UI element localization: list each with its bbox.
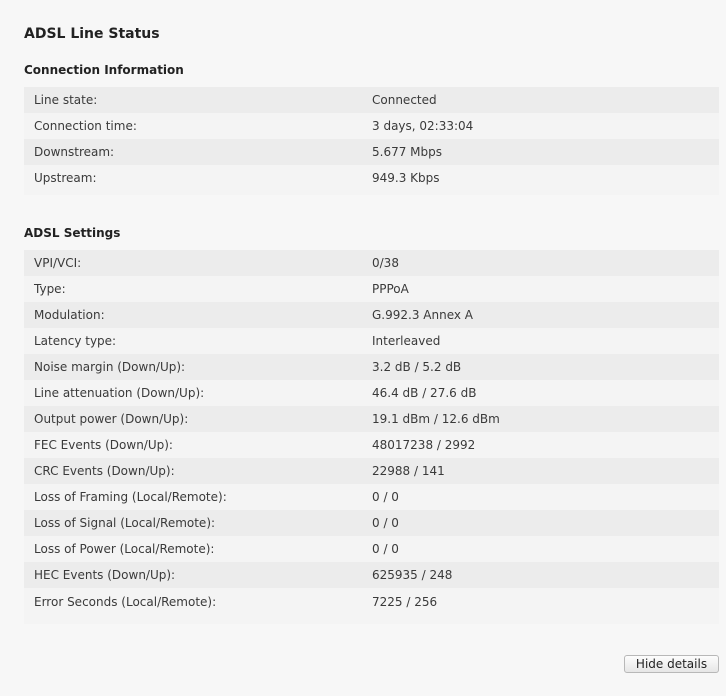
row-label: Latency type: [34, 334, 117, 348]
row-value: Interleaved [372, 334, 441, 348]
table-row: Loss of Signal (Local/Remote): 0 / 0 [24, 510, 719, 536]
row-value: 0 / 0 [372, 490, 399, 504]
row-label: Type: [34, 282, 66, 296]
row-label: Loss of Framing (Local/Remote): [34, 490, 227, 504]
row-value: 7225 / 256 [372, 595, 438, 609]
row-label: Error Seconds (Local/Remote): [34, 595, 217, 609]
table-row: HEC Events (Down/Up): 625935 / 248 [24, 562, 719, 588]
row-value: 0/38 [372, 256, 399, 270]
table-row: Downstream: 5.677 Mbps [24, 139, 719, 165]
row-label: FEC Events (Down/Up): [34, 438, 173, 452]
hide-details-button[interactable]: Hide details [624, 655, 719, 673]
row-value: 3.2 dB / 5.2 dB [372, 360, 462, 374]
table-row: Upstream: 949.3 Kbps [24, 165, 719, 195]
table-row: Type: PPPoA [24, 276, 719, 302]
row-value: 0 / 0 [372, 542, 399, 556]
table-row: VPI/VCI: 0/38 [24, 250, 719, 276]
row-value: Connected [372, 93, 437, 107]
table-row: Latency type: Interleaved [24, 328, 719, 354]
row-label: CRC Events (Down/Up): [34, 464, 175, 478]
row-label: Loss of Signal (Local/Remote): [34, 516, 216, 530]
row-label: HEC Events (Down/Up): [34, 568, 176, 582]
row-value: 46.4 dB / 27.6 dB [372, 386, 477, 400]
row-label: Connection time: [34, 119, 137, 133]
row-label: Output power (Down/Up): [34, 412, 189, 426]
connection-info-table: Line state: Connected Connection time: 3… [24, 87, 719, 195]
row-label: Loss of Power (Local/Remote): [34, 542, 215, 556]
table-row: Connection time: 3 days, 02:33:04 [24, 113, 719, 139]
row-label: Noise margin (Down/Up): [34, 360, 186, 374]
row-value: 949.3 Kbps [372, 171, 440, 185]
row-label: Downstream: [34, 145, 115, 159]
row-value: 625935 / 248 [372, 568, 453, 582]
row-label: VPI/VCI: [34, 256, 82, 270]
table-row: Noise margin (Down/Up): 3.2 dB / 5.2 dB [24, 354, 719, 380]
row-value: 0 / 0 [372, 516, 399, 530]
row-label: Line attenuation (Down/Up): [34, 386, 205, 400]
connection-info-heading: Connection Information [24, 63, 184, 77]
table-row: Output power (Down/Up): 19.1 dBm / 12.6 … [24, 406, 719, 432]
table-row: Modulation: G.992.3 Annex A [24, 302, 719, 328]
row-value: 3 days, 02:33:04 [372, 119, 474, 133]
table-row: Error Seconds (Local/Remote): 7225 / 256 [24, 588, 719, 624]
row-value: 5.677 Mbps [372, 145, 443, 159]
table-row: Line state: Connected [24, 87, 719, 113]
adsl-settings-heading: ADSL Settings [24, 226, 121, 240]
page-title: ADSL Line Status [24, 26, 160, 42]
row-value: G.992.3 Annex A [372, 308, 473, 322]
row-value: 22988 / 141 [372, 464, 445, 478]
table-row: FEC Events (Down/Up): 48017238 / 2992 [24, 432, 719, 458]
adsl-settings-table: VPI/VCI: 0/38 Type: PPPoA Modulation: G.… [24, 250, 719, 624]
row-value: PPPoA [372, 282, 409, 296]
table-row: CRC Events (Down/Up): 22988 / 141 [24, 458, 719, 484]
row-label: Modulation: [34, 308, 105, 322]
table-row: Line attenuation (Down/Up): 46.4 dB / 27… [24, 380, 719, 406]
row-label: Upstream: [34, 171, 97, 185]
row-label: Line state: [34, 93, 98, 107]
row-value: 19.1 dBm / 12.6 dBm [372, 412, 500, 426]
row-value: 48017238 / 2992 [372, 438, 476, 452]
table-row: Loss of Framing (Local/Remote): 0 / 0 [24, 484, 719, 510]
table-row: Loss of Power (Local/Remote): 0 / 0 [24, 536, 719, 562]
